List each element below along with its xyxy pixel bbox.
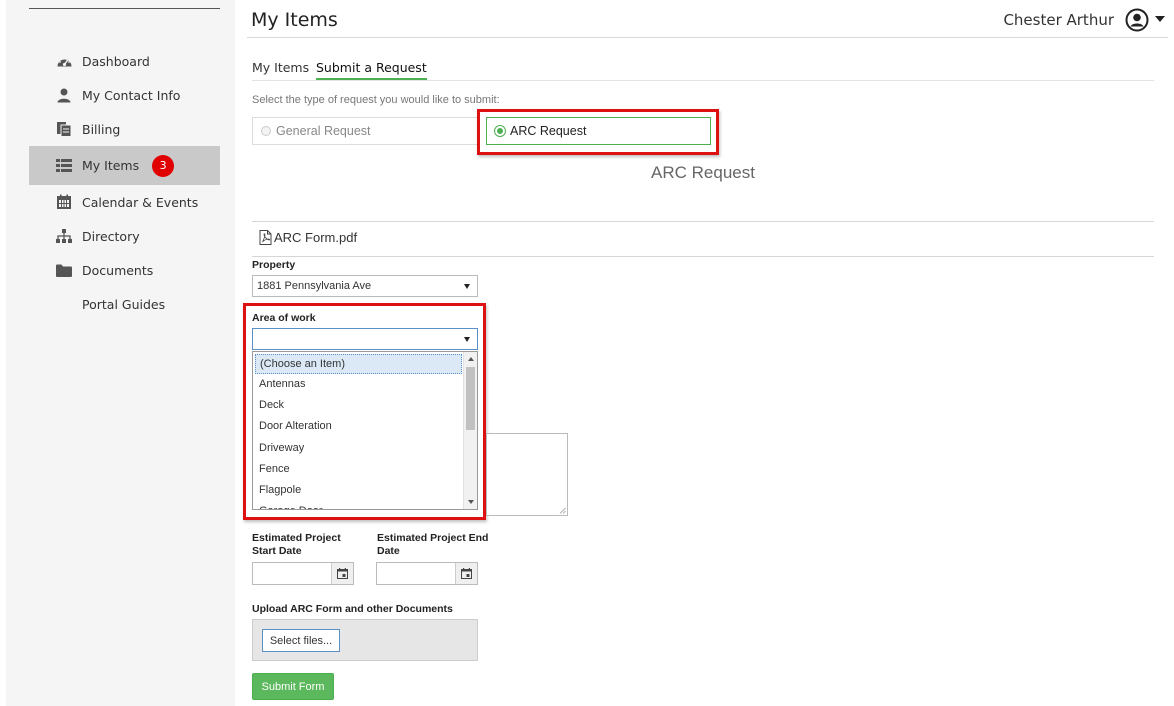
sidebar-item-label: Billing [82,121,121,137]
sidebar-item-directory[interactable]: Directory [29,219,220,253]
nav-icon-spacer [55,296,73,312]
sidebar-item-label: Calendar & Events [82,194,199,210]
general-request-radio[interactable]: General Request [252,117,478,145]
form-divider [252,221,1154,222]
dropdown-option[interactable]: Deck [253,395,464,416]
dropdown-option[interactable]: Driveway [253,438,464,459]
dropdown-option[interactable]: Flagpole [253,480,464,501]
form-title: ARC Request [651,163,755,182]
resize-grip-icon[interactable] [559,507,566,514]
notification-badge: 3 [152,154,175,177]
org-chart-icon [55,228,73,244]
radio-unselected-icon [261,126,271,136]
tab-submit-request[interactable]: Submit a Request [316,60,427,80]
radio-selected-icon [495,126,505,136]
arc-request-radio[interactable]: ARC Request [486,117,711,145]
sidebar-item-label: My Items [82,158,140,173]
sidebar-item-calendar[interactable]: Calendar & Events [29,185,220,219]
end-date-label-line1: Estimated Project End [377,532,489,544]
user-avatar-icon[interactable] [1125,8,1149,32]
sidebar-item-label: Directory [82,228,140,244]
scroll-up-icon[interactable] [468,357,474,361]
submit-form-button[interactable]: Submit Form [252,673,334,700]
end-date-label: Estimated Project End Date [377,532,488,558]
select-files-button[interactable]: Select files... [262,629,340,652]
radio-label: General Request [276,124,371,138]
description-textarea[interactable] [486,433,568,516]
request-type-hint: Select the type of request you would lik… [252,94,500,106]
property-label: Property [252,259,296,271]
sidebar: Dashboard My Contact Info Billing My Ite… [6,0,235,706]
dropdown-option[interactable]: Fence [253,459,464,480]
billing-documents-icon [55,121,73,137]
upload-label: Upload ARC Form and other Documents [252,603,453,615]
radio-label: ARC Request [510,124,587,138]
user-name[interactable]: Chester Arthur [1003,11,1114,29]
calendar-icon [55,194,73,210]
calendar-icon [461,568,472,579]
end-date-input[interactable] [376,562,478,585]
dropdown-list: (Choose an Item) Antennas Deck Door Alte… [253,352,464,509]
form-divider [252,256,1154,257]
sidebar-item-contact-info[interactable]: My Contact Info [29,78,220,112]
sidebar-item-my-items[interactable]: My Items 3 [29,146,220,185]
chevron-down-icon[interactable] [1155,16,1165,22]
sidebar-item-dashboard[interactable]: Dashboard [29,44,220,78]
property-select[interactable]: 1881 Pennsylvania Ave [252,275,478,297]
file-upload-dropzone[interactable]: Select files... [252,619,478,661]
start-date-picker-button[interactable] [331,563,353,584]
area-of-work-label: Area of work [252,312,316,324]
pdf-link-label: ARC Form.pdf [274,230,358,245]
end-date-picker-button[interactable] [455,563,477,584]
caret-down-icon [464,284,470,289]
dropdown-option[interactable]: (Choose an Item) [255,354,462,374]
start-date-input[interactable] [252,562,354,585]
scrollbar-thumb[interactable] [466,367,475,430]
area-of-work-dropdown[interactable]: (Choose an Item) Antennas Deck Door Alte… [252,351,478,510]
tab-my-items[interactable]: My Items [252,60,309,80]
caret-down-icon [464,337,470,342]
dropdown-option[interactable]: Door Alteration [253,416,464,437]
pdf-file-icon [259,230,272,245]
calendar-icon [337,568,348,579]
page-title: My Items [251,9,338,31]
header-divider [247,37,1168,38]
sidebar-item-label: Portal Guides [82,296,166,312]
arc-form-pdf-link[interactable]: ARC Form.pdf [259,230,357,245]
scroll-down-icon[interactable] [468,500,474,504]
start-date-label-line2: Start Date [252,545,302,557]
start-date-label: Estimated Project Start Date [252,532,341,558]
sidebar-item-portal-guides[interactable]: Portal Guides [29,287,220,321]
user-icon [55,87,73,103]
sidebar-item-label: My Contact Info [82,87,181,103]
dropdown-option[interactable]: Antennas [253,374,464,395]
dropdown-option[interactable]: Garage Door [253,501,464,509]
sidebar-item-label: Documents [82,262,154,278]
folder-icon [55,262,73,278]
property-value: 1881 Pennsylvania Ave [257,280,372,292]
list-icon [55,158,73,174]
dashboard-gauge-icon [55,53,73,69]
area-of-work-select[interactable] [252,328,478,350]
end-date-label-line2: Date [377,545,400,557]
start-date-label-line1: Estimated Project [252,532,341,544]
sidebar-item-billing[interactable]: Billing [29,112,220,146]
tabs-divider [252,80,1154,81]
sidebar-item-label: Dashboard [82,53,150,69]
sidebar-item-documents[interactable]: Documents [29,253,220,287]
sidebar-divider [29,8,220,9]
dropdown-scrollbar[interactable] [463,352,477,509]
